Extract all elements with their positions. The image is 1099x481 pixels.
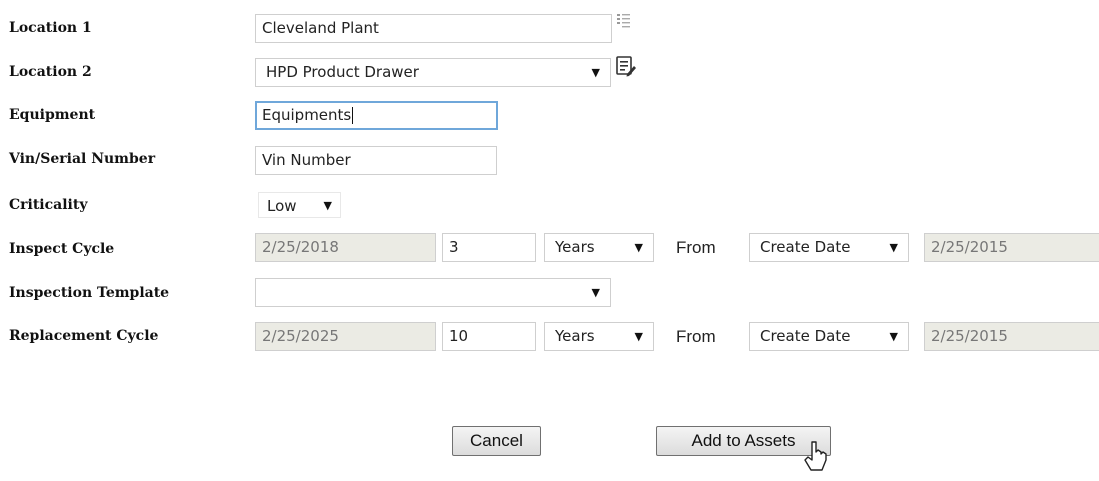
inspect-from-basis-value: Create Date (760, 238, 851, 256)
inspect-from-date: 2/25/2015 (924, 233, 1099, 262)
location2-select[interactable]: HPD Product Drawer ▼ (255, 58, 611, 87)
vin-value: Vin Number (262, 151, 351, 169)
vin-label: Vin/Serial Number (9, 151, 156, 167)
text-caret (352, 107, 354, 124)
replacement-due-date: 2/25/2025 (255, 322, 436, 351)
equipment-input[interactable]: Equipments (255, 101, 498, 130)
vin-input[interactable]: Vin Number (255, 146, 497, 175)
list-icon[interactable] (616, 12, 632, 30)
inspection-template-select[interactable]: ▼ (255, 278, 611, 307)
chevron-down-icon: ▼ (889, 330, 898, 343)
mouse-pointer-icon (804, 441, 827, 471)
criticality-select[interactable]: Low ▼ (258, 192, 341, 218)
equipment-value: Equipments (262, 106, 352, 124)
inspect-unit-value: Years (555, 238, 595, 256)
inspection-template-label: Inspection Template (9, 285, 170, 301)
location2-label: Location 2 (9, 64, 92, 80)
replacement-count-input[interactable]: 10 (442, 322, 536, 351)
replacement-due-date-value: 2/25/2025 (262, 327, 339, 345)
replacement-from-basis-select[interactable]: Create Date ▼ (749, 322, 909, 351)
chevron-down-icon: ▼ (591, 286, 600, 299)
inspect-due-date-value: 2/25/2018 (262, 238, 339, 256)
chevron-down-icon: ▼ (323, 199, 332, 212)
inspect-due-date: 2/25/2018 (255, 233, 436, 262)
inspect-from-date-value: 2/25/2015 (931, 238, 1008, 256)
inspect-from-basis-select[interactable]: Create Date ▼ (749, 233, 909, 262)
inspect-count-value: 3 (449, 238, 459, 256)
chevron-down-icon: ▼ (889, 241, 898, 254)
location1-value: Cleveland Plant (262, 19, 379, 37)
replacement-from-date-value: 2/25/2015 (931, 327, 1008, 345)
replacement-count-value: 10 (449, 327, 469, 345)
replacement-from-label: From (676, 327, 716, 346)
criticality-label: Criticality (9, 197, 88, 213)
chevron-down-icon: ▼ (591, 66, 600, 79)
inspect-count-input[interactable]: 3 (442, 233, 536, 262)
equipment-label: Equipment (9, 107, 96, 123)
location1-label: Location 1 (9, 20, 92, 36)
replacement-from-basis-value: Create Date (760, 327, 851, 345)
chevron-down-icon: ▼ (634, 330, 643, 343)
edit-list-icon[interactable] (615, 55, 637, 77)
location2-value: HPD Product Drawer (266, 63, 419, 81)
inspect-from-label: From (676, 238, 716, 257)
cancel-button[interactable]: Cancel (452, 426, 541, 456)
criticality-value: Low (267, 197, 297, 215)
inspect-cycle-label: Inspect Cycle (9, 241, 115, 257)
replacement-unit-value: Years (555, 327, 595, 345)
location1-input[interactable]: Cleveland Plant (255, 14, 612, 43)
replacement-cycle-label: Replacement Cycle (9, 328, 159, 344)
chevron-down-icon: ▼ (634, 241, 643, 254)
inspect-unit-select[interactable]: Years ▼ (544, 233, 654, 262)
replacement-unit-select[interactable]: Years ▼ (544, 322, 654, 351)
replacement-from-date: 2/25/2015 (924, 322, 1099, 351)
